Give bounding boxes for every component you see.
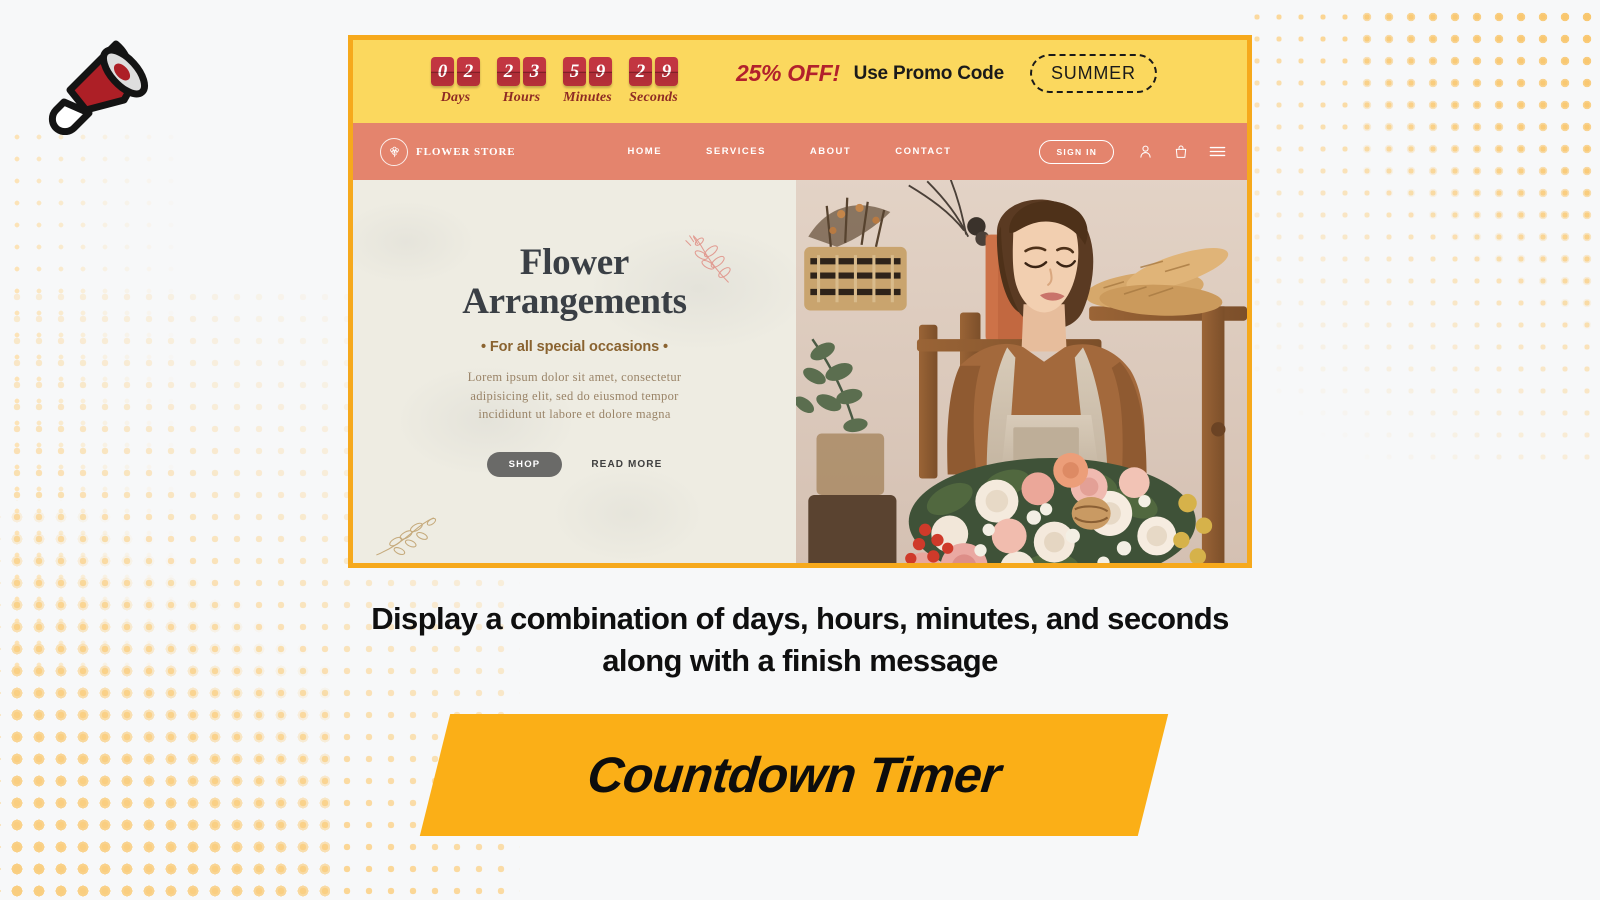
dot-pattern-bottom-left-lg [0, 500, 330, 900]
caption-line-2: along with a finish message [602, 642, 998, 678]
timer-label-days: Days [440, 90, 471, 105]
dot-pattern-mid-left [0, 120, 190, 680]
timer-label-hours: Hours [502, 90, 541, 105]
timer-digits-seconds: 2 9 [629, 57, 678, 86]
hero-subtitle: • For all special occasions • [481, 339, 668, 356]
timer-unit-seconds: 2 9 Seconds [629, 57, 678, 106]
timer-digits-hours: 2 3 [497, 57, 546, 86]
hero-title-line1: Flower [519, 242, 630, 284]
leaf-branch-icon [680, 232, 738, 291]
brand-name: FLOWER STORE [416, 145, 516, 158]
shopping-bag-icon[interactable] [1173, 144, 1189, 160]
nav-icon-group [1137, 142, 1227, 161]
timer-label-minutes: Minutes [563, 90, 612, 105]
dot-pattern-top-right [1240, 0, 1600, 470]
discount-text: 25% OFF! [736, 60, 840, 86]
hero-image [796, 180, 1247, 563]
hero-section: Flower Arrangements • For all special oc… [353, 180, 1247, 563]
dot-pattern-top-right-lg [1350, 0, 1600, 330]
megaphone-icon [42, 30, 152, 136]
sign-in-button[interactable]: SIGN IN [1039, 139, 1115, 164]
promo-code-label: Use Promo Code [853, 62, 1004, 84]
flower-emblem-icon [380, 137, 408, 166]
hero-title: Flower Arrangements [462, 242, 687, 323]
read-more-link[interactable]: READ MORE [591, 459, 662, 470]
website-mockup-frame: 0 2 Days 2 3 Hours 5 9 Minutes 2 9 Secon… [348, 35, 1252, 568]
banner-title: Countdown Timer [585, 747, 1003, 803]
timer-unit-days: 0 2 Days [431, 57, 480, 106]
hamburger-menu-icon[interactable] [1208, 142, 1227, 161]
user-icon[interactable] [1137, 143, 1154, 160]
nav-item-home[interactable]: HOME [628, 146, 663, 157]
site-navbar: FLOWER STORE HOME SERVICES ABOUT CONTACT… [353, 123, 1247, 180]
shop-button[interactable]: SHOP [486, 451, 563, 477]
page-caption: Display a combination of days, hours, mi… [0, 598, 1600, 681]
promo-message: 25% OFF! Use Promo Code SUMMER [736, 54, 1157, 93]
hero-content-panel: Flower Arrangements • For all special oc… [353, 180, 796, 563]
digit: 9 [655, 57, 678, 86]
countdown-timer: 0 2 Days 2 3 Hours 5 9 Minutes 2 9 Secon… [431, 57, 678, 106]
promo-code-chip[interactable]: SUMMER [1029, 54, 1157, 93]
timer-label-seconds: Seconds [629, 90, 678, 105]
timer-digits-minutes: 5 9 [563, 57, 612, 86]
digit: 0 [431, 57, 454, 86]
hero-actions: SHOP READ MORE [486, 451, 663, 477]
digit: 2 [629, 57, 652, 86]
nav-links: HOME SERVICES ABOUT CONTACT SIGN IN [628, 139, 1115, 164]
brand-logo[interactable]: FLOWER STORE [380, 137, 516, 166]
nav-item-services[interactable]: SERVICES [706, 146, 766, 157]
leaf-branch-icon [373, 513, 439, 562]
digit: 2 [497, 57, 520, 86]
caption-line-1: Display a combination of days, hours, mi… [371, 601, 1229, 636]
hero-body-text: Lorem ipsum dolor sit amet, consectetur … [467, 370, 682, 422]
digit: 3 [523, 57, 546, 86]
hero-title-line2: Arrangements [462, 281, 687, 323]
timer-digits-days: 0 2 [431, 57, 480, 86]
promo-countdown-bar: 0 2 Days 2 3 Hours 5 9 Minutes 2 9 Secon… [353, 40, 1247, 123]
digit: 5 [563, 57, 586, 86]
countdown-timer-banner: Countdown Timer [419, 714, 1169, 836]
timer-unit-minutes: 5 9 Minutes [563, 57, 612, 106]
nav-item-contact[interactable]: CONTACT [895, 146, 951, 157]
digit: 2 [457, 57, 480, 86]
nav-item-about[interactable]: ABOUT [810, 146, 851, 157]
timer-unit-hours: 2 3 Hours [497, 57, 546, 106]
digit: 9 [589, 57, 612, 86]
